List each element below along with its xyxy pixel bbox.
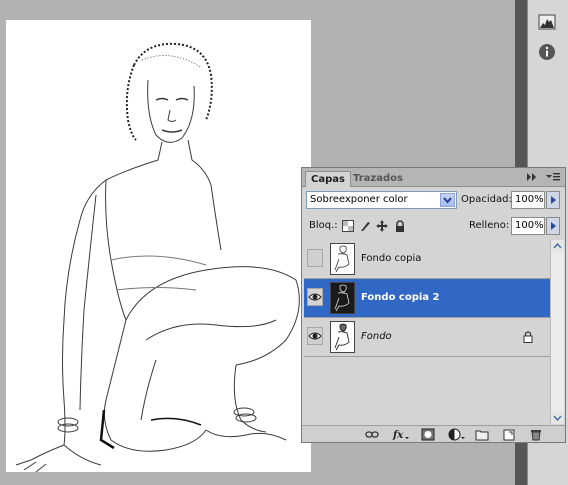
- chevron-down-icon: [553, 415, 562, 422]
- adjustment-icon[interactable]: [448, 428, 466, 441]
- fill-label: Relleno:: [469, 220, 510, 231]
- info-icon: [539, 44, 555, 60]
- folder-icon[interactable]: [475, 428, 489, 441]
- histogram-button[interactable]: [534, 10, 560, 34]
- lock-label: Bloq.:: [309, 220, 338, 231]
- chevron-right-icon: [551, 196, 556, 204]
- layer-name: Fondo copia 2: [361, 292, 440, 303]
- fill-field[interactable]: 100%: [511, 217, 545, 235]
- panel-tab-bar: Capas Trazados: [302, 168, 565, 187]
- fx-icon[interactable]: fx: [392, 428, 410, 441]
- panel-menu-icon[interactable]: [545, 171, 561, 183]
- layers-footer: fx: [302, 425, 565, 442]
- new-layer-icon[interactable]: [502, 428, 516, 441]
- collapse-panel-icon[interactable]: [526, 172, 538, 182]
- lock-position-icon[interactable]: [376, 220, 388, 232]
- layers-scrollbar[interactable]: [550, 240, 564, 424]
- document-canvas[interactable]: [6, 20, 311, 472]
- blend-mode-value: Sobreexponer color: [310, 194, 408, 205]
- tab-trazados[interactable]: Trazados: [348, 171, 408, 187]
- chevron-right-icon: [551, 222, 556, 230]
- layer-row[interactable]: Fondo: [304, 318, 550, 357]
- layers-panel: Capas Trazados Sobreexponer color Opacid…: [301, 167, 566, 443]
- visibility-toggle[interactable]: [307, 249, 323, 267]
- lock-image-pixels-icon[interactable]: [359, 220, 371, 232]
- info-button[interactable]: [534, 40, 560, 64]
- lock-transparent-pixels-icon[interactable]: [342, 220, 354, 232]
- tab-capas[interactable]: Capas: [305, 171, 351, 187]
- opacity-slider-button[interactable]: [546, 191, 560, 209]
- eye-icon: [308, 293, 322, 301]
- blend-row: Sobreexponer color Opacidad: 100%: [306, 191, 562, 211]
- chevron-down-icon: [443, 197, 452, 204]
- svg-text:fx: fx: [392, 430, 404, 441]
- layer-row-selected[interactable]: Fondo copia 2: [304, 279, 550, 318]
- lock-row: Bloq.: Relleno: 100%: [306, 217, 562, 237]
- layers-list: Fondo copia Fondo copia 2 Fondo: [304, 240, 550, 424]
- chevron-up-icon: [553, 242, 562, 249]
- opacity-field[interactable]: 100%: [511, 191, 545, 209]
- blend-mode-select[interactable]: Sobreexponer color: [306, 191, 457, 209]
- fill-slider-button[interactable]: [546, 217, 560, 235]
- mask-icon[interactable]: [421, 428, 435, 441]
- lock-icon: [523, 331, 533, 343]
- layer-name: Fondo copia: [361, 253, 422, 264]
- lock-all-icon[interactable]: [394, 220, 406, 232]
- layer-name: Fondo: [361, 331, 392, 342]
- visibility-toggle[interactable]: [307, 288, 323, 306]
- histogram-icon: [538, 14, 556, 30]
- layer-thumbnail: [330, 243, 355, 275]
- sketch-image: [15, 42, 300, 472]
- visibility-toggle[interactable]: [307, 327, 323, 345]
- link-icon[interactable]: [365, 428, 379, 441]
- scroll-up-button[interactable]: [551, 240, 564, 253]
- opacity-label: Opacidad:: [461, 194, 512, 205]
- layer-thumbnail: [330, 321, 355, 353]
- layer-row[interactable]: Fondo copia: [304, 240, 550, 279]
- layer-thumbnail: [330, 282, 355, 314]
- scroll-down-button[interactable]: [551, 411, 564, 424]
- blend-mode-dropdown-button[interactable]: [440, 193, 455, 207]
- trash-icon[interactable]: [529, 428, 543, 441]
- eye-icon: [308, 332, 322, 340]
